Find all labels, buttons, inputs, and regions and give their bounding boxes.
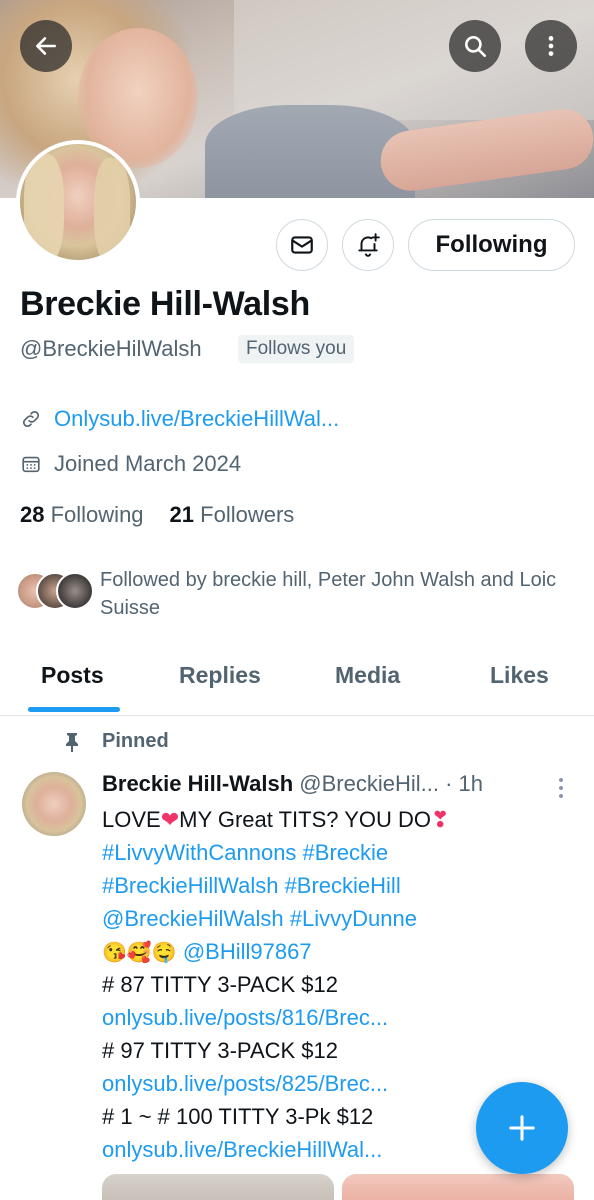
post-line-1-b: MY Great TITS? YOU DO <box>179 807 431 832</box>
follows-you-badge: Follows you <box>238 335 355 363</box>
post-time: · 1h <box>445 771 484 796</box>
plus-icon <box>509 1115 535 1141</box>
profile-tabs: Posts Replies Media Likes <box>0 648 594 716</box>
following-count-link[interactable]: 28 Following <box>20 502 144 528</box>
tab-replies[interactable]: Replies <box>179 662 261 689</box>
followed-by-row[interactable]: Followed by breckie hill, Peter John Wal… <box>16 566 586 622</box>
tab-posts[interactable]: Posts <box>41 662 104 689</box>
post-media-2[interactable] <box>342 1174 574 1200</box>
following-label: Following <box>50 502 144 527</box>
post-author-name[interactable]: Breckie Hill-Walsh <box>102 771 293 796</box>
post-author-avatar[interactable] <box>22 772 86 836</box>
back-button[interactable] <box>20 20 72 72</box>
avatar-hair-left <box>24 154 64 260</box>
website-row: Onlysub.live/BreckieHillWal... <box>20 406 339 432</box>
post-link-1[interactable]: onlysub.live/posts/816/Brec... <box>102 1001 562 1034</box>
bell-plus-icon <box>358 233 380 257</box>
mail-icon <box>291 236 313 254</box>
link-icon <box>22 410 40 428</box>
post-line-6: # 87 TITTY 3-PACK $12 <box>102 972 339 997</box>
mutual-avatar-3 <box>56 572 94 610</box>
back-arrow-icon <box>36 37 56 55</box>
website-link[interactable]: Onlysub.live/BreckieHillWal... <box>54 406 339 432</box>
post-hashtags-2[interactable]: #BreckieHillWalsh #BreckieHill <box>102 869 562 902</box>
notifications-button[interactable] <box>342 219 394 271</box>
post-line-1-a: LOVE <box>102 807 161 832</box>
mutual-avatars <box>16 566 96 610</box>
profile-name: Breckie Hill-Walsh <box>20 285 310 323</box>
pinned-text: Pinned <box>102 730 169 752</box>
search-icon <box>465 36 487 58</box>
post-line-1: LOVE❤MY Great TITS? YOU DO❣ <box>102 803 562 836</box>
post-line-8: # 97 TITTY 3-PACK $12 <box>102 1038 339 1063</box>
pin-icon <box>66 732 78 752</box>
post-line-5: 😘🥰🤤 @BHill97867 <box>102 935 562 968</box>
followed-by-text: Followed by breckie hill, Peter John Wal… <box>100 569 557 619</box>
heart-exclamation-emoji: ❣ <box>431 807 450 832</box>
joined-date: Joined March 2024 <box>54 451 242 476</box>
tab-media[interactable]: Media <box>335 662 400 689</box>
followers-count: 21 <box>169 502 195 527</box>
following-button[interactable]: Following <box>408 219 575 271</box>
following-count: 28 <box>20 502 45 527</box>
more-options-button[interactable] <box>525 20 577 72</box>
search-button[interactable] <box>449 20 501 72</box>
avatar-hair-right <box>94 158 130 260</box>
post-hashtags-3[interactable]: @BreckieHilWalsh #LivvyDunne <box>102 902 562 935</box>
more-vertical-icon <box>548 36 554 56</box>
followers-label: Followers <box>200 502 295 527</box>
tab-likes[interactable]: Likes <box>490 662 549 689</box>
post-header: Breckie Hill-Walsh @BreckieHil... · 1h <box>102 771 483 797</box>
post-author-handle[interactable]: @BreckieHil... <box>299 771 439 796</box>
active-tab-indicator <box>28 707 120 712</box>
profile-avatar[interactable] <box>16 140 140 264</box>
post-emojis: 😘🥰🤤 <box>102 942 177 964</box>
post-hashtags-1[interactable]: #LivvyWithCannons #Breckie <box>102 836 562 869</box>
followers-count-link[interactable]: 21 Followers <box>170 502 295 528</box>
post-more-icon[interactable] <box>553 776 569 800</box>
compose-button[interactable] <box>476 1082 568 1174</box>
heart-emoji: ❤ <box>160 807 180 832</box>
joined-row: Joined March 2024 <box>20 451 241 477</box>
post-mention[interactable]: @BHill97867 <box>183 939 312 964</box>
follow-counts: 28 Following 21 Followers <box>20 502 294 528</box>
message-button[interactable] <box>276 219 328 271</box>
pinned-label: Pinned <box>62 730 169 753</box>
profile-handle: @BreckieHilWalsh <box>20 336 202 361</box>
post-media-1[interactable] <box>102 1174 334 1200</box>
calendar-icon <box>22 456 40 473</box>
